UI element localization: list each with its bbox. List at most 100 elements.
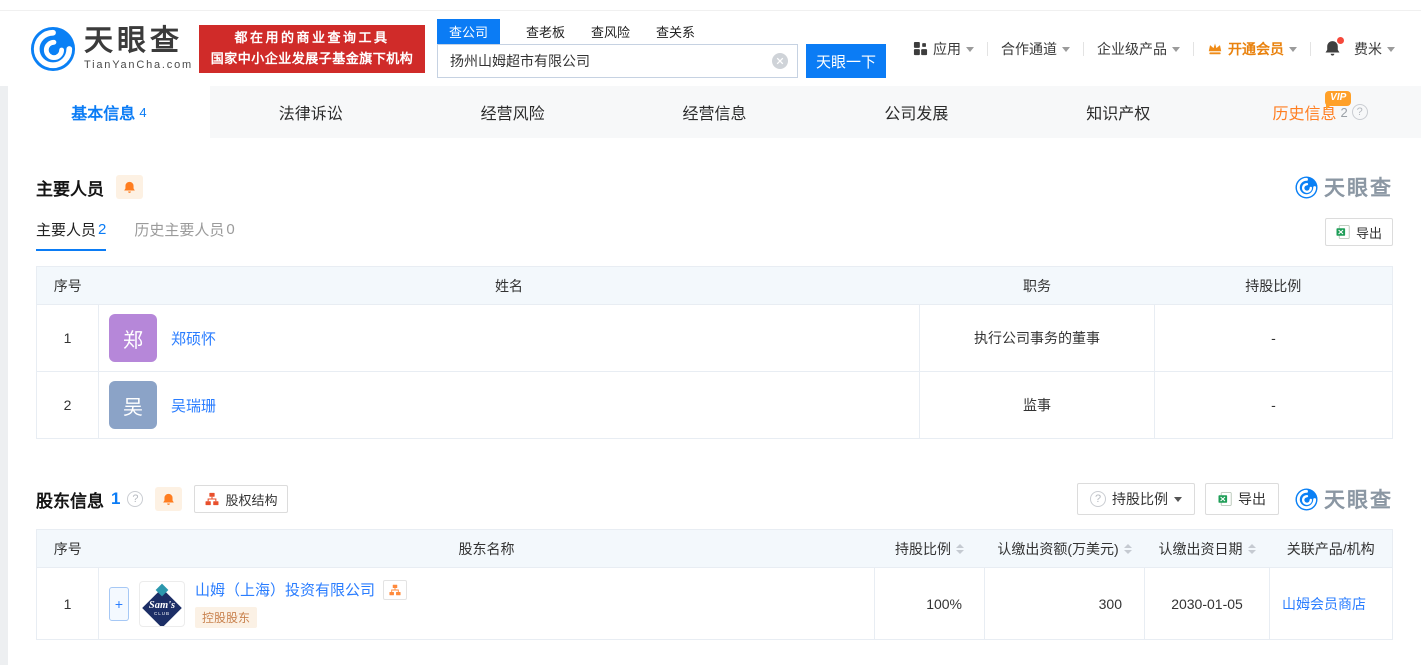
tab-count: 4	[139, 104, 147, 120]
avatar[interactable]: 郑	[109, 314, 157, 362]
person-link[interactable]: 吴瑞珊	[171, 395, 216, 416]
position-cell: 监事	[919, 371, 1155, 439]
nav-user[interactable]: 费米	[1354, 39, 1395, 59]
clear-icon[interactable]	[771, 53, 788, 69]
tianyancha-logo[interactable]: 天眼查 TianYanCha.com	[30, 26, 193, 72]
equity-structure-button[interactable]: 股权结构	[194, 485, 289, 513]
export-label: 导出	[1355, 225, 1382, 241]
sort-icon[interactable]	[956, 543, 964, 554]
search-tab-boss[interactable]: 查老板	[526, 22, 565, 41]
shareholder-table: 序号 股东名称 持股比例 认缴出资额(万美元) 认缴出资日期 关联产品/机构 1	[36, 529, 1393, 640]
col-subscribed-date[interactable]: 认缴出资日期	[1144, 529, 1270, 568]
notification-bell[interactable]	[1324, 37, 1344, 57]
col-ratio[interactable]: 持股比例	[874, 529, 985, 568]
col-label: 持股比例	[895, 540, 951, 557]
table-row: 1 郑 郑硕怀 执行公司事务的董事 -	[36, 304, 1393, 372]
nav-enterprise[interactable]: 企业级产品	[1097, 39, 1180, 59]
nav-partner-label: 合作通道	[1001, 40, 1057, 57]
tab-operating-risk[interactable]: 经营风险	[412, 86, 614, 138]
nav-user-label: 费米	[1354, 40, 1382, 57]
org-chart-icon	[389, 584, 401, 595]
logo-subword: CLUB	[153, 611, 170, 616]
site-header: 天眼查 TianYanCha.com 都在用的商业查询工具 国家中小企业发展子基…	[0, 0, 1421, 86]
nav-partner[interactable]: 合作通道	[1001, 39, 1070, 59]
chevron-down-icon	[1172, 47, 1180, 52]
tab-history-info[interactable]: VIP 历史信息 2 ?	[1219, 86, 1421, 138]
chevron-down-icon	[1174, 496, 1182, 502]
tab-company-development[interactable]: 公司发展	[815, 86, 1017, 138]
search-input[interactable]	[437, 45, 797, 77]
nav-enterprise-label: 企业级产品	[1097, 40, 1167, 57]
watermark-text: 天眼查	[1324, 489, 1393, 512]
left-gutter	[0, 86, 8, 665]
date-cell: 2030-01-05	[1144, 567, 1270, 640]
subtab-current-staff[interactable]: 主要人员 2	[36, 219, 107, 251]
col-index: 序号	[36, 266, 99, 305]
export-button[interactable]: 导出	[1324, 218, 1393, 246]
org-chart-icon	[205, 492, 219, 506]
col-subscribed-amount[interactable]: 认缴出资额(万美元)	[984, 529, 1145, 568]
nav-apps[interactable]: 应用	[913, 39, 974, 59]
col-position: 职务	[919, 266, 1155, 305]
monitor-bell-button[interactable]	[116, 175, 143, 199]
avatar[interactable]: 吴	[109, 381, 157, 429]
col-shareholder-name: 股东名称	[98, 529, 875, 568]
logo-text: 天眼查 TianYanCha.com	[84, 24, 193, 71]
crown-icon	[1208, 43, 1222, 55]
search-tab-risk[interactable]: 查风险	[591, 22, 630, 41]
row-index: 1	[36, 304, 99, 372]
help-icon[interactable]: ?	[1351, 104, 1368, 120]
col-label: 认缴出资额(万美元)	[997, 540, 1119, 557]
vip-badge: VIP	[1325, 91, 1352, 110]
tab-operating-info[interactable]: 经营信息	[614, 86, 816, 138]
export-button[interactable]: 导出	[1205, 483, 1279, 515]
excel-icon	[1336, 225, 1350, 239]
logo-brand: 天眼查	[84, 24, 184, 57]
table-row: 1 + Sam's CLUB 山姆（上海）投资有限公司 控股股东 100% 30…	[36, 567, 1393, 640]
watermark-text: 天眼查	[1324, 177, 1393, 200]
logo-word: Sam's	[148, 599, 176, 611]
help-icon[interactable]: ?	[127, 491, 144, 507]
search-tabs: 查公司 查老板 查风险 查关系	[436, 19, 886, 44]
nav-apps-label: 应用	[933, 40, 961, 57]
tab-legal-proceedings[interactable]: 法律诉讼	[210, 86, 412, 138]
monitor-bell-button[interactable]	[155, 487, 183, 511]
user-nav: 应用 合作通道 企业级产品 开通会员 费米	[913, 37, 1421, 59]
tab-intellectual-property[interactable]: 知识产权	[1017, 86, 1219, 138]
person-link[interactable]: 郑硕怀	[171, 328, 216, 349]
subtab-history-staff[interactable]: 历史主要人员 0	[134, 219, 234, 251]
expand-button[interactable]: +	[109, 586, 129, 621]
equity-chart-button[interactable]	[383, 579, 408, 600]
shareholder-table-header-row: 序号 股东名称 持股比例 认缴出资额(万美元) 认缴出资日期 关联产品/机构	[36, 529, 1393, 568]
col-related-products: 关联产品/机构	[1269, 529, 1393, 568]
subtab-label: 历史主要人员	[134, 222, 225, 239]
sort-icon[interactable]	[1247, 543, 1256, 554]
shareholder-count: 1	[111, 489, 121, 508]
table-row: 2 吴 吴瑞珊 监事 -	[36, 371, 1393, 439]
tab-label: 法律诉讼	[278, 106, 343, 123]
ratio-filter-button[interactable]: ? 持股比例	[1077, 483, 1195, 515]
search-tab-company[interactable]: 查公司	[436, 19, 500, 44]
equity-structure-label: 股权结构	[225, 492, 278, 508]
search-button[interactable]: 天眼一下	[805, 44, 886, 78]
tianyancha-swirl-icon	[1295, 487, 1318, 511]
shareholder-section-header: 股东信息 1 ? 股权结构 ? 持股比例 导出 天眼查	[36, 483, 1393, 515]
nav-open-vip[interactable]: 开通会员	[1207, 39, 1297, 59]
staff-subtabs: 主要人员 2 历史主要人员 0 导出	[36, 218, 1393, 252]
row-index: 2	[36, 371, 99, 439]
shareholder-link[interactable]: 山姆（上海）投资有限公司	[195, 579, 375, 600]
tianyancha-watermark: 天眼查	[1295, 172, 1393, 202]
col-label: 认缴出资日期	[1158, 540, 1243, 557]
bell-icon	[163, 493, 175, 505]
sort-icon[interactable]	[1123, 543, 1132, 554]
tab-basic-info[interactable]: 基本信息 4	[8, 86, 210, 138]
search-module: 查公司 查老板 查风险 查关系 天眼一下	[436, 19, 886, 78]
ratio-cell: 100%	[874, 567, 985, 640]
row-index: 1	[36, 567, 99, 640]
logo-domain: TianYanCha.com	[84, 58, 193, 71]
related-product-link[interactable]: 山姆会员商店	[1282, 596, 1366, 612]
divider	[1193, 41, 1194, 56]
position-cell: 执行公司事务的董事	[919, 304, 1155, 372]
tab-label: 知识产权	[1086, 106, 1151, 123]
search-tab-relation[interactable]: 查关系	[656, 22, 695, 41]
